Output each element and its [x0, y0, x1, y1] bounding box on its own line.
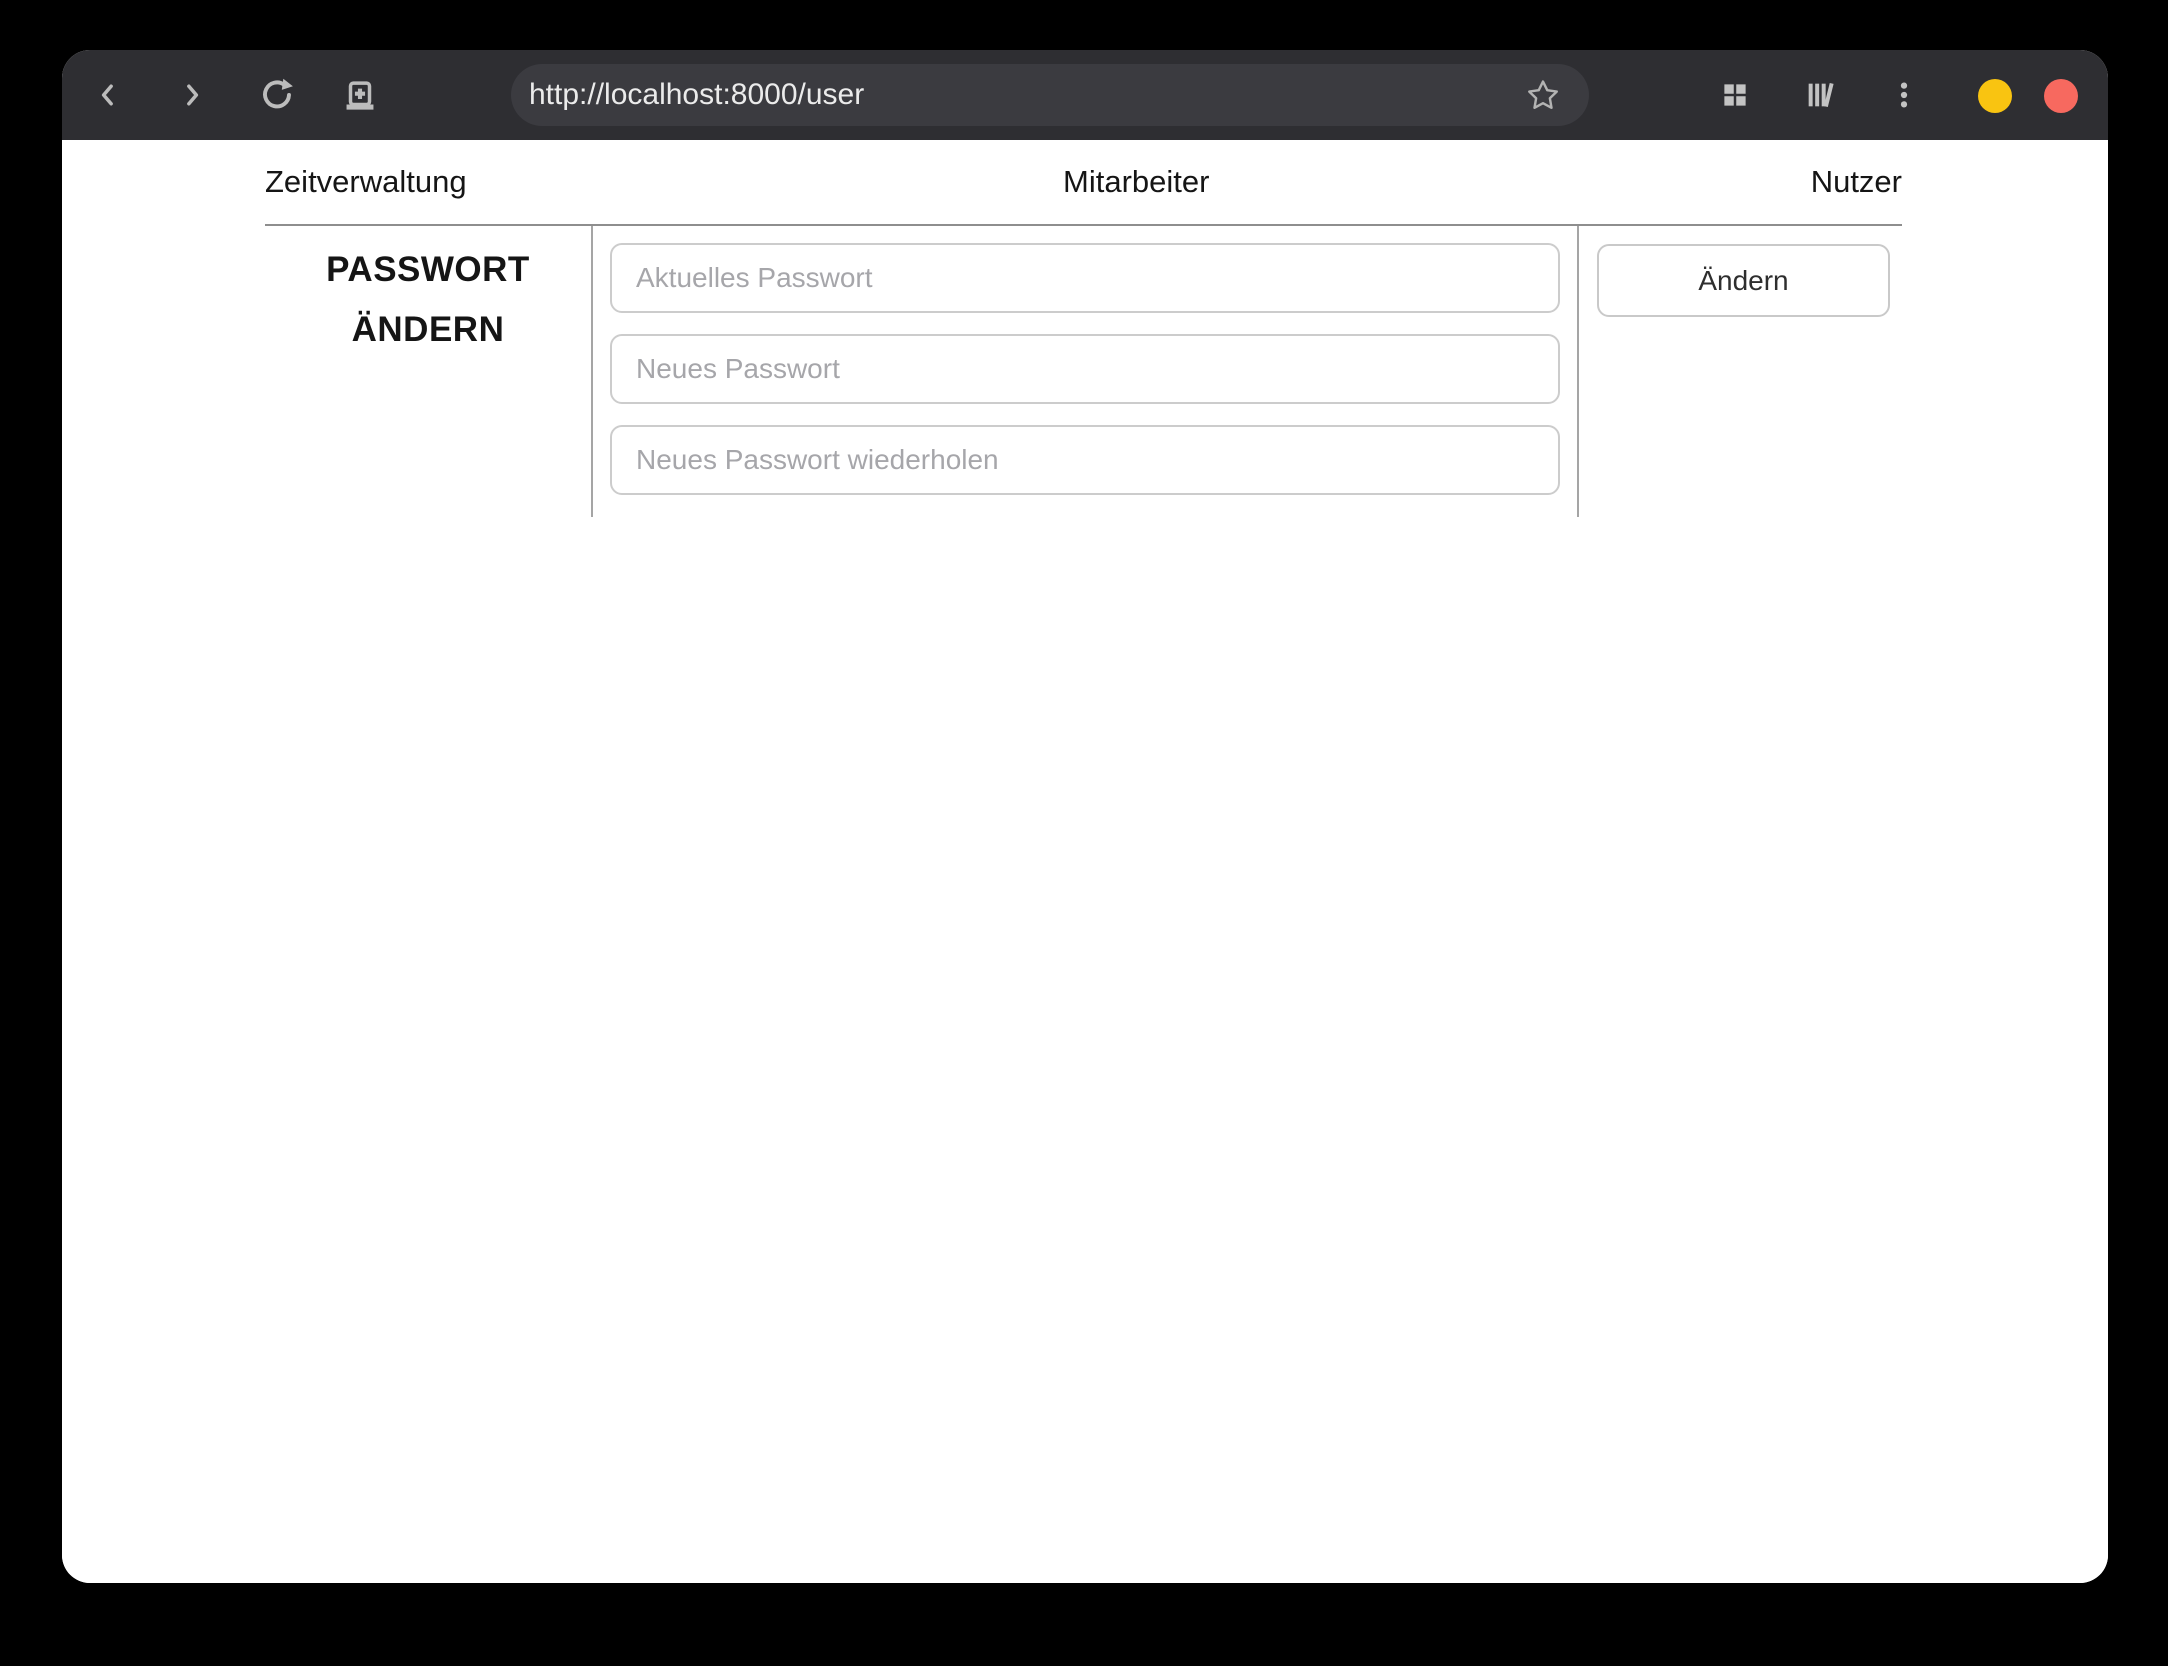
reload-button[interactable] — [255, 73, 299, 117]
menu-button[interactable] — [1882, 73, 1926, 117]
new-password-input[interactable] — [610, 334, 1560, 404]
forward-button[interactable] — [170, 73, 214, 117]
section-heading-line2: ÄNDERN — [351, 310, 505, 349]
browser-toolbar: http://localhost:8000/user — [62, 50, 2108, 140]
nav-link-mitarbeiter[interactable]: Mitarbeiter — [1063, 164, 1209, 200]
url-text: http://localhost:8000/user — [529, 78, 865, 111]
kebab-menu-icon — [1900, 82, 1908, 108]
vertical-divider-left — [591, 226, 593, 517]
section-heading: PASSWORT ÄNDERN — [265, 240, 591, 360]
current-password-input[interactable] — [610, 243, 1560, 313]
browser-window: http://localhost:8000/user Zeitverwaltun… — [62, 50, 2108, 1583]
repeat-new-password-input[interactable] — [610, 425, 1560, 495]
top-navigation: Zeitverwaltung Mitarbeiter Nutzer — [265, 140, 1902, 226]
library-books-icon — [1808, 82, 1834, 108]
vertical-divider-right — [1577, 226, 1579, 517]
nav-link-zeitverwaltung[interactable]: Zeitverwaltung — [265, 164, 467, 200]
new-tab-button[interactable] — [338, 73, 382, 117]
apps-grid-button[interactable] — [1713, 73, 1757, 117]
section-heading-line1: PASSWORT — [326, 250, 530, 289]
library-button[interactable] — [1798, 73, 1842, 117]
refresh-icon — [263, 78, 293, 109]
star-icon — [1528, 80, 1558, 109]
back-button[interactable] — [86, 73, 130, 117]
close-window-control[interactable] — [2044, 79, 2078, 113]
new-tab-icon — [346, 81, 374, 110]
minimize-window-control[interactable] — [1978, 79, 2012, 113]
address-bar[interactable]: http://localhost:8000/user — [511, 64, 1589, 126]
grid-icon — [1724, 84, 1746, 106]
change-password-button[interactable]: Ändern — [1597, 244, 1890, 317]
nav-link-nutzer[interactable]: Nutzer — [1811, 164, 1902, 200]
bookmark-button[interactable] — [1523, 75, 1563, 115]
chevron-left-icon — [101, 84, 113, 106]
page-content: Zeitverwaltung Mitarbeiter Nutzer PASSWO… — [62, 140, 2108, 1583]
chevron-right-icon — [187, 84, 199, 106]
